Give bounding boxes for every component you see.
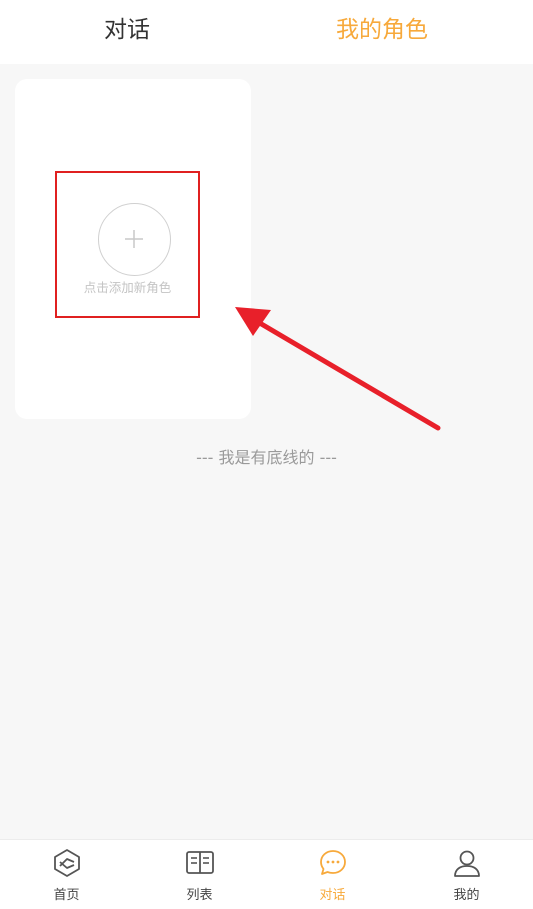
- nav-mine[interactable]: 我的: [400, 840, 533, 909]
- plus-icon: [98, 203, 171, 276]
- add-role-card[interactable]: 点击添加新角色: [15, 79, 251, 419]
- end-of-list-text: --- 我是有底线的 ---: [196, 448, 337, 467]
- add-role-button[interactable]: 点击添加新角色: [55, 171, 200, 318]
- nav-home[interactable]: 首页: [0, 840, 133, 909]
- nav-list-label: 列表: [186, 888, 213, 903]
- nav-home-label: 首页: [53, 888, 80, 903]
- nav-list[interactable]: 列表: [133, 840, 266, 909]
- chat-icon: [319, 850, 346, 875]
- home-icon: [53, 849, 80, 877]
- nav-chat-label: 对话: [319, 888, 346, 903]
- bottom-nav-bar: 首页 列表 对话 我的: [0, 839, 533, 909]
- nav-chat[interactable]: 对话: [266, 840, 399, 909]
- top-tab-bar: 对话 我的角色: [0, 0, 533, 64]
- nav-mine-label: 我的: [453, 888, 480, 903]
- user-icon: [453, 850, 480, 877]
- tab-my-roles[interactable]: 我的角色: [282, 0, 482, 64]
- tab-dialogue[interactable]: 对话: [27, 0, 227, 64]
- book-icon: [185, 851, 214, 874]
- add-role-label: 点击添加新角色: [83, 280, 172, 295]
- role-list-area: 点击添加新角色 --- 我是有底线的 ---: [0, 64, 533, 839]
